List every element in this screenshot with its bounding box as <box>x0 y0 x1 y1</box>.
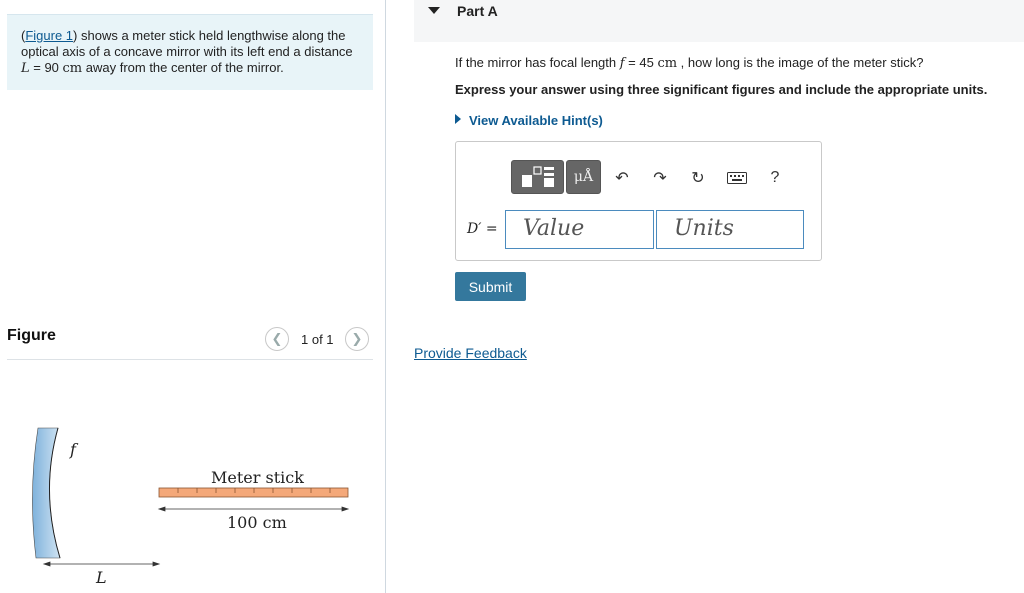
chevron-right-icon: ❯ <box>351 331 363 346</box>
mirror-figure: f Meter stick 100 cm L <box>32 427 350 587</box>
answer-instruction: Express your answer using three signific… <box>455 82 988 97</box>
caret-down-icon <box>428 7 440 14</box>
length-arrow <box>157 506 350 512</box>
triangle-right-icon <box>455 114 461 124</box>
part-header[interactable]: Part A <box>414 0 1024 42</box>
help-button[interactable]: ? <box>764 168 786 188</box>
prev-figure-button[interactable]: ❮ <box>265 327 289 351</box>
keyboard-icon[interactable] <box>726 168 748 188</box>
next-figure-button[interactable]: ❯ <box>345 327 369 351</box>
figure-link[interactable]: Figure 1 <box>25 28 73 43</box>
answer-panel: μÅ ↶ ↷ ↻ ? D′ = Value Units <box>455 141 822 261</box>
templates-icon <box>521 166 554 187</box>
units-input[interactable]: Units <box>656 210 804 249</box>
intro-unit: cm <box>62 61 83 76</box>
chevron-left-icon: ❮ <box>271 331 283 346</box>
view-hints-link[interactable]: View Available Hint(s) <box>455 113 603 128</box>
length-label: 100 cm <box>227 513 287 532</box>
concave-mirror <box>32 427 61 559</box>
question-text: If the mirror has focal length f = 45 cm… <box>455 55 924 71</box>
meter-stick-label: Meter stick <box>211 468 304 487</box>
figure-divider <box>7 359 373 360</box>
units-button[interactable]: μÅ <box>566 160 601 194</box>
meter-stick <box>158 487 349 498</box>
submit-button[interactable]: Submit <box>455 272 526 301</box>
redo-icon[interactable]: ↷ <box>649 168 671 188</box>
figure-counter: 1 of 1 <box>301 332 334 347</box>
question-unit: cm <box>657 56 678 71</box>
intro-text: = 90 <box>29 60 63 75</box>
right-pane: Part A If the mirror has focal length f … <box>386 0 1024 593</box>
reset-icon[interactable]: ↻ <box>687 168 709 188</box>
templates-button[interactable] <box>511 160 564 194</box>
focal-label: f <box>69 440 79 459</box>
undo-icon[interactable]: ↶ <box>611 168 633 188</box>
distance-label: L <box>95 568 107 587</box>
left-pane: (Figure 1) shows a meter stick held leng… <box>0 0 386 593</box>
answer-label: D′ = <box>467 221 498 237</box>
part-title: Part A <box>457 3 498 19</box>
distance-arrow <box>42 561 161 567</box>
value-input[interactable]: Value <box>505 210 654 249</box>
provide-feedback-link[interactable]: Provide Feedback <box>414 345 527 361</box>
figure-title: Figure <box>7 327 56 344</box>
distance-symbol: L <box>21 61 30 76</box>
problem-intro: (Figure 1) shows a meter stick held leng… <box>7 14 373 90</box>
intro-text: away from the center of the mirror. <box>82 60 284 75</box>
